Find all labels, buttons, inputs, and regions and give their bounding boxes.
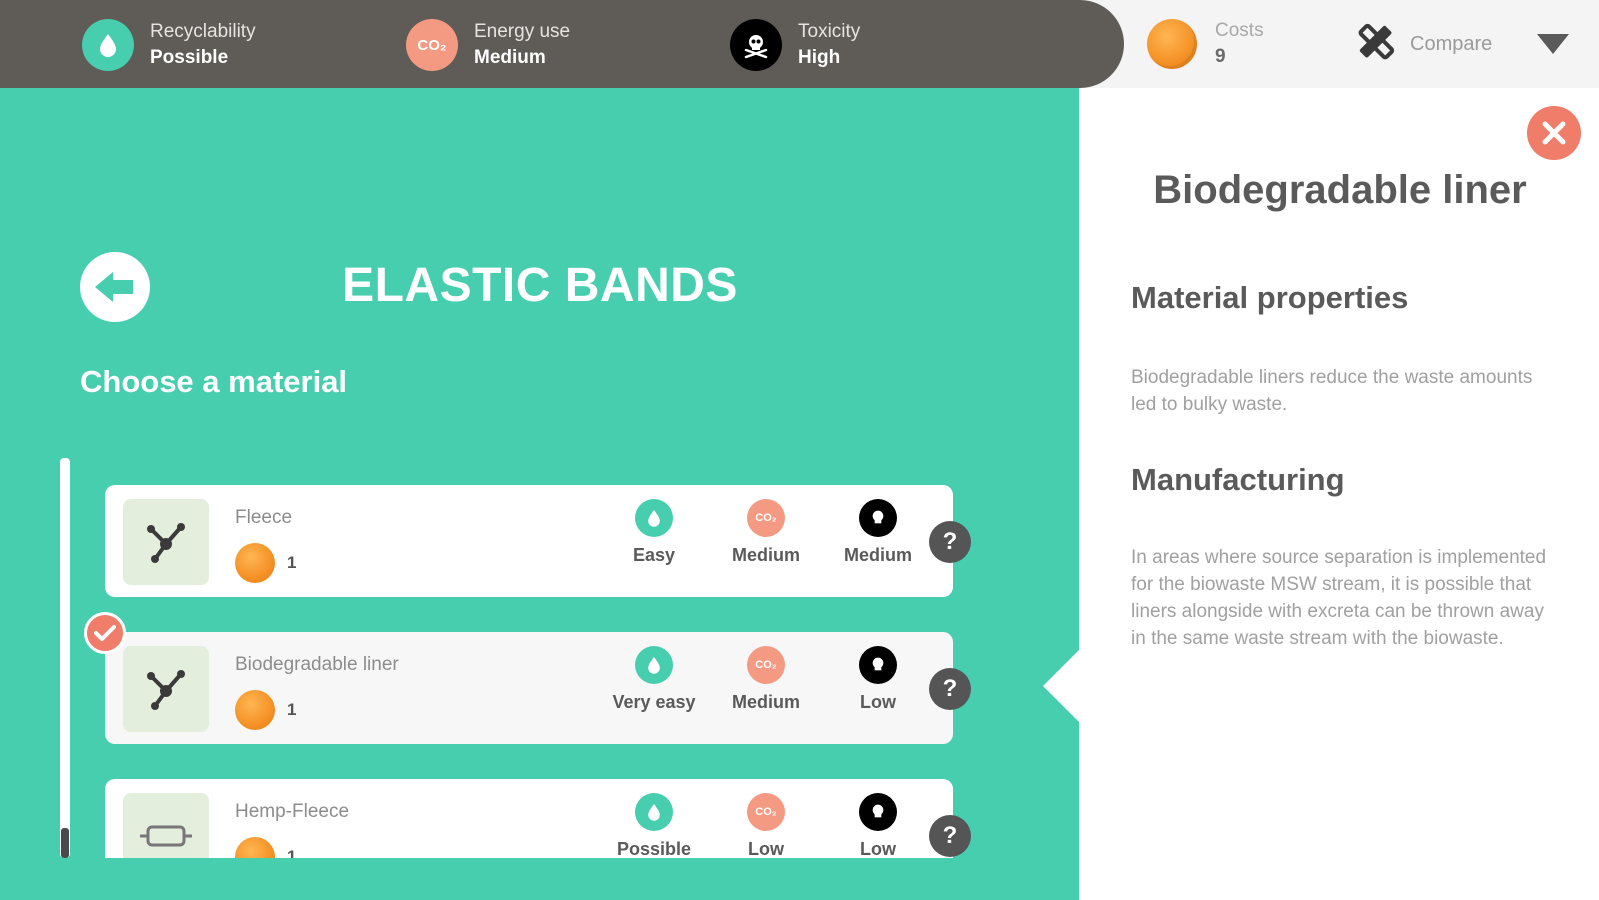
detail-pointer <box>1043 650 1079 722</box>
skull-icon <box>859 646 897 684</box>
back-button[interactable] <box>80 252 150 322</box>
costs-stat: Costs 9 <box>1147 18 1264 70</box>
help-button[interactable]: ? <box>929 668 971 710</box>
coin-icon <box>235 837 275 858</box>
recycle-drop-icon <box>635 793 673 831</box>
material-cost: 1 <box>235 690 296 730</box>
manufacturing-heading: Manufacturing <box>1131 462 1345 497</box>
choose-material-heading: Choose a material <box>80 364 348 399</box>
skull-icon <box>859 499 897 537</box>
material-energy: CO₂ Medium <box>711 499 821 566</box>
skull-icon <box>859 793 897 831</box>
help-button[interactable]: ? <box>929 815 971 857</box>
close-icon <box>1542 121 1566 145</box>
hemp-band-icon <box>123 793 209 858</box>
energy-label: Energy use <box>474 21 571 42</box>
scrollbar[interactable] <box>60 458 70 858</box>
toxicity-stat: Toxicity High <box>730 16 860 74</box>
recyclability-stat: Recyclability Possible <box>82 16 256 74</box>
recyclability-rating: Very easy <box>612 692 696 712</box>
selected-check-icon <box>84 612 126 654</box>
toxicity-label: Toxicity <box>798 21 861 42</box>
material-energy: CO₂ Medium <box>711 646 821 713</box>
toxicity-rating: Medium <box>843 545 912 565</box>
energy-rating: Medium <box>731 545 800 565</box>
co2-icon: CO₂ <box>747 499 785 537</box>
material-recyclability: Possible <box>599 793 709 858</box>
material-toxicity: Medium <box>823 499 933 566</box>
page-title: ELASTIC BANDS <box>342 259 738 312</box>
recyclability-rating: Possible <box>616 839 692 858</box>
co2-icon: CO₂ <box>747 793 785 831</box>
costs-label: Costs <box>1215 20 1264 41</box>
toxicity-rating: Low <box>860 692 896 712</box>
compare-icon <box>1350 16 1402 73</box>
material-recyclability: Easy <box>599 499 709 566</box>
coin-icon <box>1147 19 1197 69</box>
recyclability-rating: Easy <box>632 545 676 565</box>
material-recyclability: Very easy <box>599 646 709 713</box>
recyclability-label: Recyclability <box>150 21 256 42</box>
material-cost-value: 1 <box>287 847 297 858</box>
toxicity-value: High <box>798 47 841 68</box>
molecule-icon <box>123 499 209 585</box>
material-toxicity: Low <box>823 646 933 713</box>
compare-label: Compare <box>1410 32 1493 55</box>
material-properties-heading: Material properties <box>1131 280 1409 315</box>
detail-title: Biodegradable liner <box>1153 168 1527 212</box>
coin-icon <box>235 690 275 730</box>
material-card-fleece[interactable]: Fleece 1 Easy CO₂ Medium Medium <box>105 485 953 597</box>
material-cost: 1 <box>235 543 296 583</box>
co2-icon: CO₂ <box>406 19 458 71</box>
material-energy: CO₂ Low <box>711 793 821 858</box>
energy-stat: CO₂ Energy use Medium <box>406 16 570 74</box>
material-cost-value: 1 <box>287 700 297 719</box>
top-bar: Recyclability Possible CO₂ Energy use Me… <box>0 0 1599 88</box>
material-card-biodegradable-liner[interactable]: Biodegradable liner 1 Very easy CO₂ Medi… <box>105 632 953 744</box>
arrow-left-icon <box>95 272 133 302</box>
coin-icon <box>235 543 275 583</box>
compare-button[interactable]: Compare <box>1350 18 1492 70</box>
material-list: Fleece 1 Easy CO₂ Medium Medium Biodegra… <box>100 480 980 858</box>
material-name: Hemp-Fleece <box>235 801 350 822</box>
help-button[interactable]: ? <box>929 521 971 563</box>
toxicity-rating: Low <box>860 839 896 858</box>
skull-icon <box>730 19 782 71</box>
energy-rating: Low <box>748 839 784 858</box>
close-button[interactable] <box>1527 106 1581 160</box>
molecule-icon <box>123 646 209 732</box>
chevron-down-icon[interactable] <box>1537 34 1569 54</box>
recycle-drop-icon <box>635 499 673 537</box>
co2-icon: CO₂ <box>747 646 785 684</box>
material-cost-value: 1 <box>287 553 297 572</box>
recyclability-value: Possible <box>150 47 229 68</box>
energy-value: Medium <box>474 47 546 68</box>
energy-rating: Medium <box>731 692 800 712</box>
material-cost: 1 <box>235 837 296 858</box>
material-toxicity: Low <box>823 793 933 858</box>
scrollbar-thumb[interactable] <box>61 828 69 858</box>
recycle-drop-icon <box>82 19 134 71</box>
material-name: Fleece <box>235 507 293 528</box>
costs-value: 9 <box>1215 46 1226 67</box>
material-name: Biodegradable liner <box>235 654 399 675</box>
manufacturing-text: In areas where source separation is impl… <box>1131 547 1547 649</box>
material-properties-text: Biodegradable liners reduce the waste am… <box>1131 367 1533 415</box>
recycle-drop-icon <box>635 646 673 684</box>
material-card-hemp-fleece[interactable]: Hemp-Fleece 1 Possible CO₂ Low Low <box>105 779 953 858</box>
